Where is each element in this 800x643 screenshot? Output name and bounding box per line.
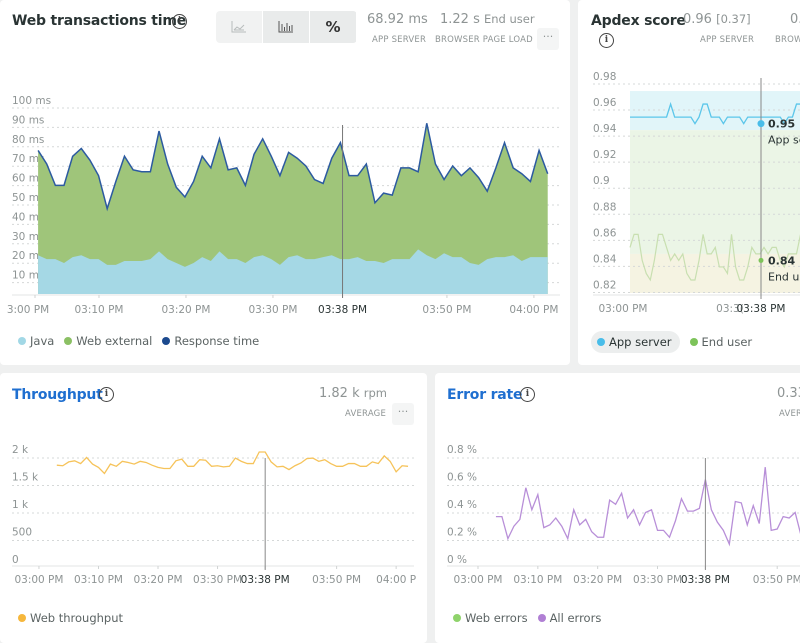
web-transactions-chart[interactable]: 10 ms20 ms30 ms40 ms50 ms60 ms70 ms80 ms… bbox=[0, 0, 570, 320]
x-tick-label: 03:30 PM bbox=[248, 304, 297, 316]
y-tick-label: 1.5 k bbox=[12, 472, 39, 484]
y-tick-label: 0.96 bbox=[593, 97, 617, 109]
x-tick-label: 03:30 PM bbox=[633, 574, 682, 586]
legend-item-all-errors[interactable]: All errors bbox=[537, 611, 602, 625]
x-tick-label: 03:10 PM bbox=[74, 574, 123, 586]
legend-label: Web errors bbox=[465, 611, 528, 625]
x-tick-label: 03:10 PM bbox=[513, 574, 562, 586]
x-tick-label: 03:50 PM bbox=[422, 304, 471, 316]
throughput-chart[interactable]: 0 500 1 k 1.5 k 2 k 03:00 PM 03:10 PM 03:20 PM 0… bbox=[0, 373, 427, 603]
tooltip-end-user-label: End us bbox=[768, 270, 800, 283]
legend-item-app-server[interactable]: App server bbox=[591, 331, 680, 353]
app-server-marker bbox=[757, 120, 765, 128]
legend-label: App server bbox=[609, 335, 672, 349]
web-throughput-dot-icon bbox=[18, 614, 26, 622]
throughput-card: Throughput i 1.82 k rpm AVERAGE ··· 0 500… bbox=[0, 373, 427, 643]
x-tick-label: 03:38 PM bbox=[318, 304, 367, 316]
y-tick-label: 80 ms bbox=[12, 134, 44, 146]
web-throughput-line bbox=[56, 451, 409, 475]
y-tick-label: 0.92 bbox=[593, 149, 616, 161]
tooltip-app-label: App se bbox=[768, 134, 800, 147]
x-tick-label: 03:30 PM bbox=[193, 574, 242, 586]
error-rate-chart[interactable]: 0 % 0.2 % 0.4 % 0.6 % 0.8 % 03:00 PM 03:10 PM 0… bbox=[435, 373, 800, 603]
legend-item-web-external[interactable]: Web external bbox=[64, 334, 152, 348]
x-tick-label: 03:50 PM bbox=[312, 574, 361, 586]
legend-label: End user bbox=[701, 335, 753, 349]
y-tick-label: 500 bbox=[12, 527, 32, 539]
y-tick-label: 0.4 % bbox=[447, 499, 477, 511]
legend-label: All errors bbox=[549, 611, 602, 625]
web-external-dot-icon bbox=[64, 337, 73, 345]
all-errors-line bbox=[495, 467, 800, 547]
x-tick-label: 04:00 PM bbox=[509, 304, 558, 316]
response-time-dot-icon bbox=[162, 337, 171, 345]
x-tick-label: 03:38 PM bbox=[681, 574, 730, 586]
y-tick-label: 0 bbox=[12, 554, 19, 566]
y-tick-label: 0.86 bbox=[593, 227, 617, 239]
y-tick-label: 100 ms bbox=[12, 95, 51, 107]
x-tick-label: 03:00 PM bbox=[14, 574, 63, 586]
web-transactions-card: Web transactions time i % 68.92 ms APP S… bbox=[0, 0, 570, 365]
x-tick-label: 03:38 PM bbox=[737, 303, 786, 315]
apdex-card: Apdex score i 0.96 [0.37] APP SERVER 0.8… bbox=[578, 0, 800, 365]
x-tick-label: 03:20 PM bbox=[134, 574, 183, 586]
x-tick-label: 04:00 P bbox=[376, 574, 416, 586]
x-tick-label: 03:20 PM bbox=[161, 304, 210, 316]
y-tick-label: 0.82 bbox=[593, 279, 616, 291]
y-tick-label: 0.84 bbox=[593, 253, 617, 265]
y-tick-label: 2 k bbox=[12, 444, 29, 456]
y-tick-label: 90 ms bbox=[12, 114, 44, 126]
app-server-dot-icon bbox=[597, 338, 605, 346]
spacer bbox=[738, 301, 739, 302]
legend-item-java[interactable]: Java bbox=[18, 334, 54, 348]
legend-item-web-throughput[interactable]: Web throughput bbox=[18, 611, 123, 625]
x-tick-label: 03:10 PM bbox=[74, 304, 123, 316]
y-tick-label: 0.9 bbox=[593, 175, 610, 187]
error-rate-legend: Web errors All errors bbox=[453, 611, 611, 625]
legend-label: Web external bbox=[76, 334, 153, 348]
legend-label: Java bbox=[30, 334, 55, 348]
legend-item-response-time[interactable]: Response time bbox=[162, 334, 259, 348]
tooltip-app-value: 0.95 bbox=[768, 118, 795, 131]
legend-label: Web throughput bbox=[30, 611, 124, 625]
web-errors-dot-icon bbox=[453, 614, 461, 622]
all-errors-dot-icon bbox=[537, 614, 546, 622]
apdex-legend: App server End user bbox=[591, 331, 762, 353]
y-tick-label: 0.98 bbox=[593, 71, 616, 83]
x-tick-label: 03:50 PM bbox=[753, 574, 800, 586]
apdex-chart[interactable]: 0.82 0.84 0.86 0.88 0.9 0.92 0.94 0.96 0.98 03:00… bbox=[578, 0, 800, 320]
y-tick-label: 0.6 % bbox=[447, 472, 477, 484]
y-tick-label: 0.94 bbox=[593, 123, 617, 135]
legend-label: Response time bbox=[174, 334, 260, 348]
x-tick-label: 03:00 PM bbox=[453, 574, 502, 586]
end-user-marker bbox=[758, 257, 764, 263]
y-tick-label: 0 % bbox=[447, 554, 467, 566]
y-tick-label: 0.88 bbox=[593, 201, 616, 213]
x-tick-label: 03:20 PM bbox=[573, 574, 622, 586]
end-user-dot-icon bbox=[689, 338, 698, 346]
y-tick-label: 1 k bbox=[12, 499, 29, 511]
y-tick-label: 0.8 % bbox=[447, 444, 477, 456]
satisfied-band bbox=[630, 130, 800, 254]
tooltip-end-user-value: 0.84 bbox=[768, 254, 795, 267]
legend-item-end-user[interactable]: End user bbox=[689, 335, 753, 349]
throughput-legend: Web throughput bbox=[18, 611, 133, 625]
legend-item-web-errors[interactable]: Web errors bbox=[453, 611, 528, 625]
x-tick-label: 3:00 PM bbox=[7, 304, 49, 316]
error-rate-card: Error rate i 0.33 AVER 0 %0.2 %0.4 %0.6 … bbox=[435, 373, 800, 643]
x-tick-label: 03:00 PM bbox=[599, 303, 648, 315]
java-dot-icon bbox=[18, 337, 26, 345]
web-transactions-legend: Java Web external Response time bbox=[18, 334, 269, 348]
y-tick-label: 0.2 % bbox=[447, 527, 477, 539]
x-tick-label: 03:38 PM bbox=[241, 574, 290, 586]
